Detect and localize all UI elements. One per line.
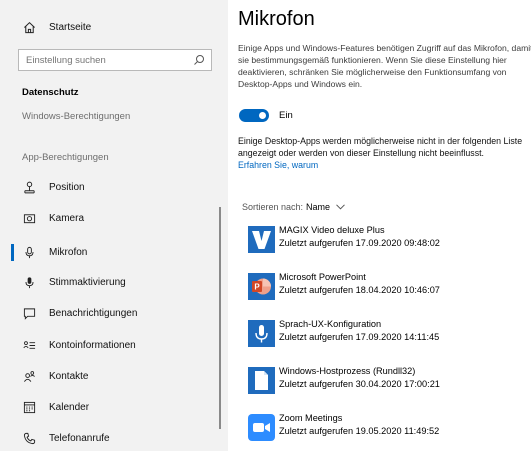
sidebar-item-label: Kontakte (49, 370, 89, 382)
sidebar-item-contacts[interactable]: Kontakte (0, 368, 228, 384)
main-content: Mikrofon Einige Apps und Windows-Feature… (228, 0, 531, 451)
sidebar-item-voice-activation[interactable]: Stimmaktivierung (0, 274, 228, 290)
app-last-accessed: Zuletzt aufgerufen 19.05.2020 11:49:52 (279, 426, 440, 436)
toggle-knob (259, 112, 266, 119)
microphone-icon (22, 246, 36, 260)
sidebar-item-camera[interactable]: Kamera (0, 210, 228, 226)
sidebar-item-label: Benachrichtigungen (49, 307, 138, 319)
sidebar-item-label: Mikrofon (49, 247, 88, 258)
sidebar-item-label: Stimmaktivierung (49, 276, 126, 288)
sidebar-item-label: Kalender (49, 401, 90, 413)
notifications-icon (22, 306, 36, 320)
app-name: MAGIX Video deluxe Plus (279, 225, 385, 235)
sidebar-scrollbar[interactable] (219, 207, 221, 429)
app-list-item: Zoom Meetings Zuletzt aufgerufen 19.05.2… (248, 412, 528, 444)
app-last-accessed: Zuletzt aufgerufen 17.09.2020 09:48:02 (279, 238, 440, 248)
search-input[interactable] (19, 54, 189, 66)
speech-ux-icon (248, 320, 275, 347)
sidebar-item-phone-calls[interactable]: Telefonanrufe (0, 430, 228, 446)
app-list-item: Sprach-UX-Konfiguration Zuletzt aufgeruf… (248, 318, 528, 350)
chevron-down-icon (336, 204, 345, 210)
contacts-icon (22, 369, 36, 383)
app-list-item: Windows-Hostprozess (Rundll32) Zuletzt a… (248, 365, 528, 397)
sidebar-item-home[interactable]: Startseite (0, 19, 228, 35)
search-icon[interactable] (193, 54, 205, 66)
sidebar-item-position[interactable]: Position (0, 179, 228, 195)
sidebar-item-account-info[interactable]: Kontoinformationen (0, 337, 228, 353)
sidebar-item-label: Kamera (49, 212, 85, 224)
home-icon (22, 20, 36, 34)
learn-why-link[interactable]: Erfahren Sie, warum (238, 160, 318, 170)
sort-dropdown[interactable]: Sortieren nach: Name (242, 202, 345, 212)
page-description: Einige Apps und Windows-Features benötig… (238, 43, 531, 89)
sort-value: Name (306, 202, 331, 212)
sidebar-item-label: Startseite (49, 21, 92, 33)
voice-activation-icon (22, 275, 36, 289)
sort-label: Sortieren nach: (242, 202, 304, 212)
sidebar-item-microphone[interactable]: Mikrofon (0, 244, 228, 261)
app-list-item: P Microsoft PowerPoint Zuletzt aufgerufe… (248, 271, 528, 303)
app-name: Sprach-UX-Konfiguration (279, 319, 382, 329)
camera-icon (22, 211, 36, 225)
app-name: Windows-Hostprozess (Rundll32) (279, 366, 416, 376)
sidebar-item-calendar[interactable]: Kalender (0, 399, 228, 415)
app-name: Microsoft PowerPoint (279, 272, 366, 282)
calendar-icon (22, 400, 36, 414)
app-last-accessed: Zuletzt aufgerufen 17.09.2020 14:11:45 (279, 332, 440, 342)
desktop-apps-info: Einige Desktop-Apps werden möglicherweis… (238, 136, 523, 158)
page-title: Mikrofon (238, 8, 315, 30)
microphone-access-toggle[interactable] (239, 109, 269, 122)
zoom-icon (248, 414, 275, 441)
svg-text:P: P (254, 283, 260, 292)
sidebar-item-label: Kontoinformationen (49, 339, 136, 351)
app-last-accessed: Zuletzt aufgerufen 18.04.2020 10:46:07 (279, 285, 440, 295)
app-last-accessed: Zuletzt aufgerufen 30.04.2020 17:00:21 (279, 379, 440, 389)
magix-icon (248, 226, 275, 253)
section-title: Datenschutz (22, 87, 79, 98)
app-name: Zoom Meetings (279, 413, 343, 423)
account-info-icon (22, 338, 36, 352)
powerpoint-icon: P (248, 273, 275, 300)
windows-permissions-heading: Windows-Berechtigungen (22, 111, 131, 122)
sidebar-item-label: Position (49, 181, 85, 193)
toggle-label: Ein (279, 110, 293, 121)
phone-icon (22, 431, 36, 445)
location-icon (22, 180, 36, 194)
search-field[interactable] (18, 49, 212, 71)
file-icon (248, 367, 275, 394)
sidebar-item-notifications[interactable]: Benachrichtigungen (0, 305, 228, 321)
app-list-item: MAGIX Video deluxe Plus Zuletzt aufgeruf… (248, 224, 528, 256)
sidebar-item-label: Telefonanrufe (49, 432, 110, 444)
app-permissions-heading: App-Berechtigungen (22, 152, 109, 163)
sidebar: Startseite Datenschutz Windows-Berechtig… (0, 0, 228, 451)
